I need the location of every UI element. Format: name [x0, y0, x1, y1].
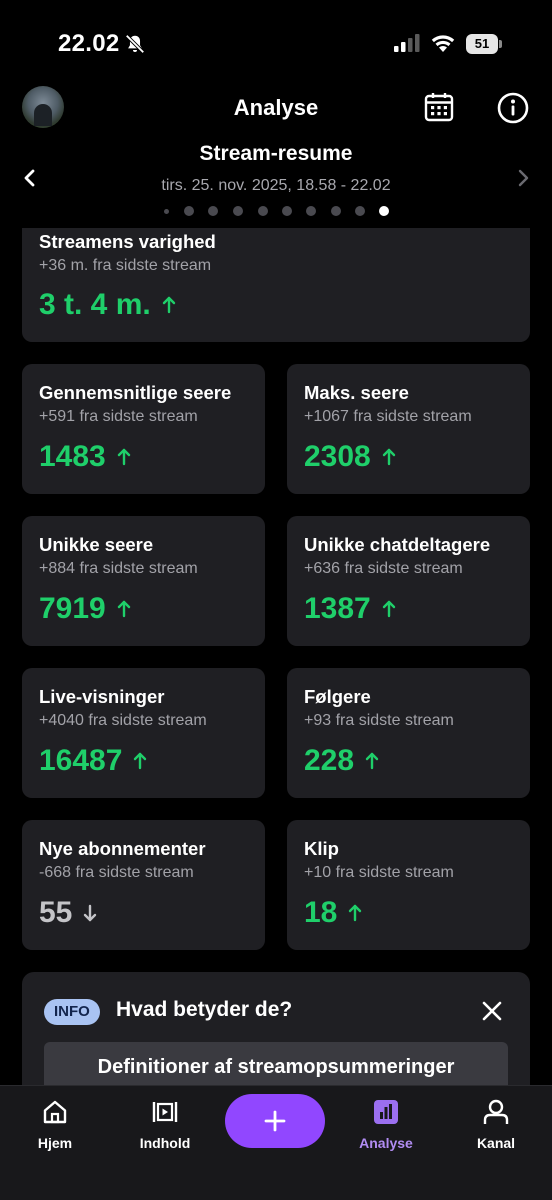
- page-dot[interactable]: [184, 206, 194, 216]
- page-dot[interactable]: [258, 206, 268, 216]
- page-dot[interactable]: [282, 206, 292, 216]
- stat-card-followers: Følgere +93 fra sidste stream 228: [287, 668, 530, 798]
- page-dot[interactable]: [355, 206, 365, 216]
- stat-change: +10 fra sidste stream: [304, 864, 454, 881]
- arrow-up-icon: [365, 752, 379, 770]
- arrow-down-icon: [84, 904, 97, 922]
- home-icon: [43, 1100, 67, 1124]
- battery-indicator: 51: [466, 34, 502, 54]
- tab-content[interactable]: Indhold: [115, 1086, 215, 1166]
- stat-value: 18: [304, 896, 363, 930]
- stat-label: Streamens varighed: [39, 231, 216, 252]
- stat-change: -668 fra sidste stream: [39, 864, 194, 881]
- arrow-up-icon: [382, 448, 395, 466]
- stat-value: 1387: [304, 592, 397, 626]
- stat-value-text: 1387: [304, 592, 371, 625]
- stat-card-live-views: Live-visninger +4040 fra sidste stream 1…: [22, 668, 265, 798]
- wifi-icon: [431, 35, 455, 52]
- stat-label: Følgere: [304, 686, 371, 707]
- stat-label: Nye abonnementer: [39, 838, 206, 859]
- analytics-icon: [374, 1100, 398, 1124]
- plus-icon: [264, 1110, 286, 1132]
- page-dot[interactable]: [233, 206, 243, 216]
- stat-value-text: 1483: [39, 440, 106, 473]
- stat-card-unique-viewers: Unikke seere +884 fra sidste stream 7919: [22, 516, 265, 646]
- page-indicator[interactable]: [160, 205, 400, 217]
- stat-change: +36 m. fra sidste stream: [39, 257, 212, 274]
- stat-value: 2308: [304, 440, 397, 474]
- stat-value-text: 16487: [39, 744, 123, 777]
- info-title: Hvad betyder de?: [116, 998, 293, 1021]
- tab-label: Hjem: [37, 1135, 73, 1151]
- page-dot[interactable]: [331, 206, 341, 216]
- stat-card-avg-viewers: Gennemsnitlige seere +591 fra sidste str…: [22, 364, 265, 494]
- stat-label: Unikke chatdeltagere: [304, 534, 491, 555]
- content-icon: [152, 1102, 178, 1122]
- tab-home[interactable]: Hjem: [5, 1086, 105, 1166]
- arrow-up-icon: [134, 752, 147, 770]
- stat-change: +884 fra sidste stream: [39, 560, 198, 577]
- stat-value-text: 18: [304, 896, 338, 929]
- profile-icon: [483, 1099, 509, 1124]
- status-bar: 22.02 51: [0, 0, 552, 90]
- stat-card-max-viewers: Maks. seere +1067 fra sidste stream 2308: [287, 364, 530, 494]
- tab-label: Indhold: [139, 1135, 191, 1151]
- stat-value: 7919: [39, 592, 132, 626]
- tab-bar: Hjem Indhold Analyse Kanal: [0, 1085, 552, 1200]
- stat-card-clips: Klip +10 fra sidste stream 18: [287, 820, 530, 950]
- stat-value: 3 t. 4 m.: [39, 288, 177, 322]
- stat-change: +93 fra sidste stream: [304, 712, 454, 729]
- arrow-up-icon: [382, 600, 395, 618]
- tab-label: Kanal: [476, 1135, 516, 1151]
- stat-value: 16487: [39, 744, 148, 778]
- stat-label: Klip: [304, 838, 339, 859]
- tab-channel[interactable]: Kanal: [446, 1086, 546, 1166]
- summary-date: tirs. 25. nov. 2025, 18.58 - 22.02: [161, 177, 391, 194]
- page-dot-active[interactable]: [379, 206, 389, 216]
- stat-change: +636 fra sidste stream: [304, 560, 463, 577]
- stat-label: Gennemsnitlige seere: [39, 382, 232, 403]
- bell-off-icon: [125, 34, 145, 54]
- arrow-up-icon: [162, 296, 175, 314]
- tab-analytics[interactable]: Analyse: [336, 1086, 436, 1166]
- stat-value-text: 55: [39, 896, 73, 929]
- arrow-up-icon: [117, 448, 130, 466]
- status-time: 22.02: [58, 30, 120, 57]
- stat-value-text: 228: [304, 744, 355, 777]
- create-button[interactable]: [225, 1094, 325, 1148]
- page-title: Analyse: [233, 95, 319, 120]
- stat-label: Unikke seere: [39, 534, 154, 555]
- arrow-up-icon: [349, 904, 362, 922]
- page-dot[interactable]: [306, 206, 316, 216]
- stat-value-text: 2308: [304, 440, 371, 473]
- stat-card-new-subs: Nye abonnementer -668 fra sidste stream …: [22, 820, 265, 950]
- stat-value: 228: [304, 744, 380, 778]
- stat-card-duration: Streamens varighed +36 m. fra sidste str…: [22, 228, 530, 342]
- summary-title: Stream-resume: [199, 142, 353, 165]
- stat-value: 55: [39, 896, 98, 930]
- stat-card-unique-chatters: Unikke chatdeltagere +636 fra sidste str…: [287, 516, 530, 646]
- page-dot[interactable]: [208, 206, 218, 216]
- stat-label: Maks. seere: [304, 382, 409, 403]
- stat-value-text: 3 t. 4 m.: [39, 288, 151, 321]
- close-icon[interactable]: [481, 1000, 503, 1022]
- page-dot[interactable]: [164, 209, 169, 214]
- arrow-up-icon: [117, 600, 130, 618]
- info-circle-icon[interactable]: [497, 92, 529, 124]
- tab-label: Analyse: [359, 1135, 413, 1151]
- signal-icon: [394, 34, 420, 52]
- stat-change: +4040 fra sidste stream: [39, 712, 207, 729]
- calendar-icon[interactable]: [424, 92, 454, 122]
- stat-change: +1067 fra sidste stream: [304, 408, 472, 425]
- stat-value-text: 7919: [39, 592, 106, 625]
- stat-value: 1483: [39, 440, 132, 474]
- info-badge: INFO: [44, 999, 100, 1025]
- stat-change: +591 fra sidste stream: [39, 408, 198, 425]
- battery-level: 51: [466, 34, 498, 54]
- stat-label: Live-visninger: [39, 686, 165, 707]
